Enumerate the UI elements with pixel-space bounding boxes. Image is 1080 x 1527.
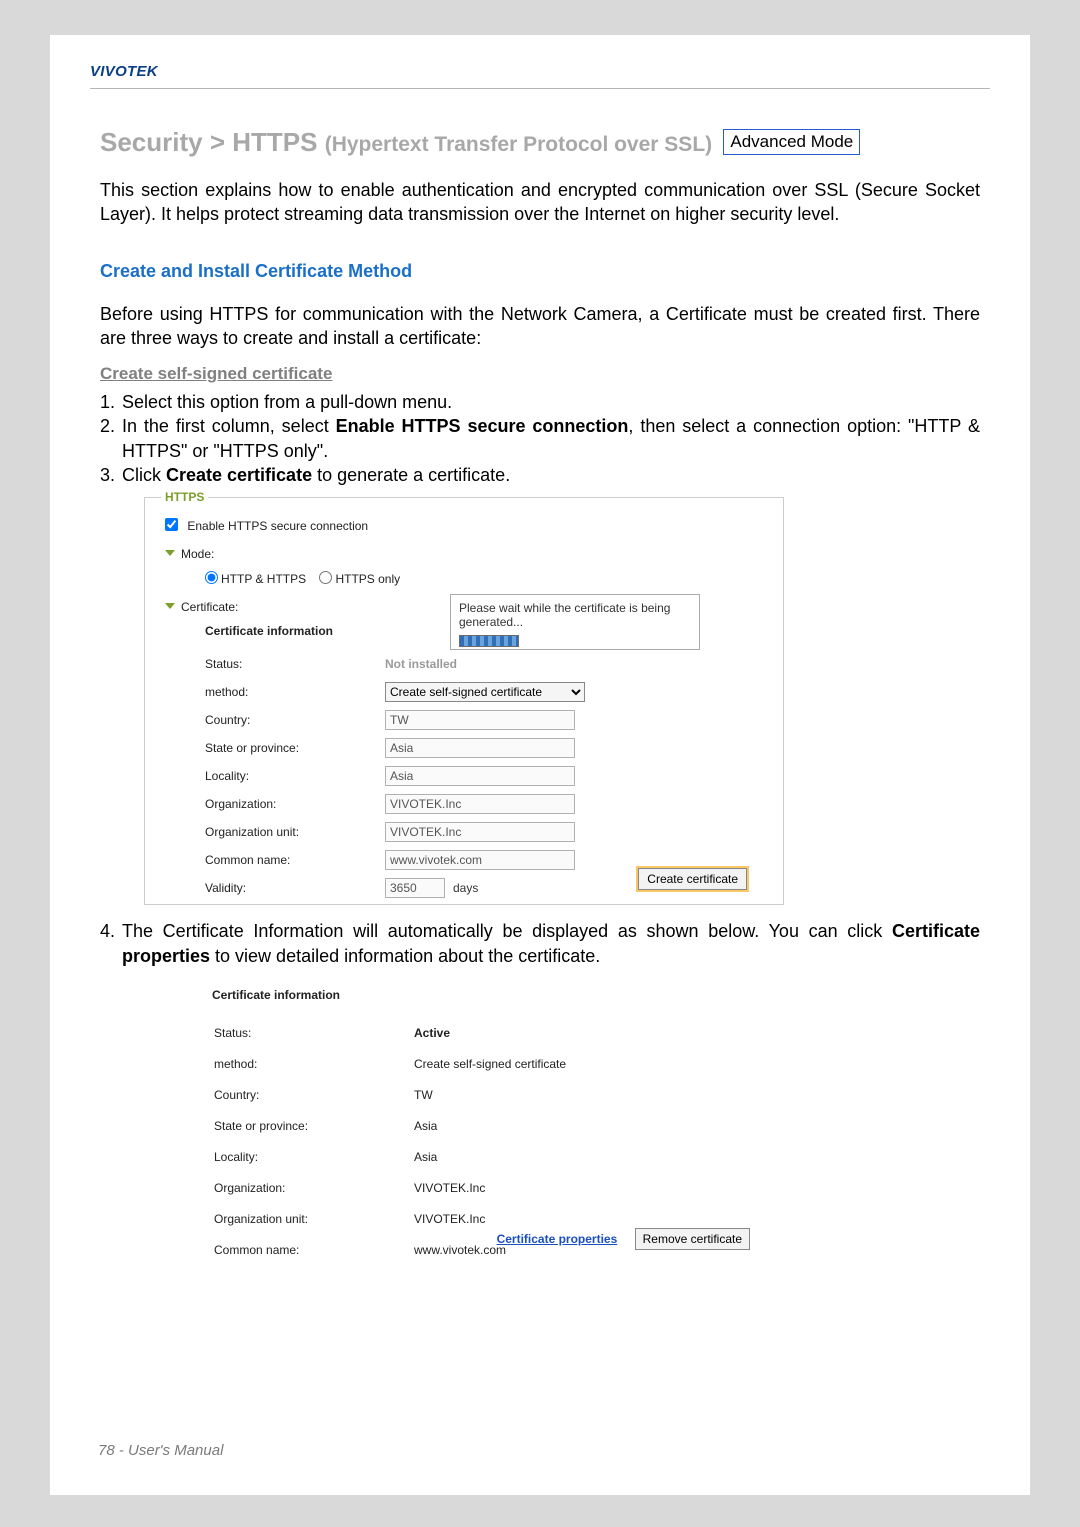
cn-label: Common name: bbox=[205, 853, 385, 867]
mode-section-label[interactable]: Mode: bbox=[165, 547, 763, 561]
org-value: VIVOTEK.Inc bbox=[414, 1181, 485, 1195]
remove-certificate-button[interactable]: Remove certificate bbox=[635, 1228, 750, 1250]
status-value: Active bbox=[414, 1026, 450, 1040]
state-input[interactable] bbox=[385, 738, 575, 758]
cn-input[interactable] bbox=[385, 850, 575, 870]
fieldset-legend: HTTPS bbox=[161, 490, 208, 504]
method-label: method: bbox=[205, 685, 385, 699]
step-number: 4. bbox=[100, 919, 122, 968]
step-text: In the first column, select Enable HTTPS… bbox=[122, 414, 980, 463]
country-label: Country: bbox=[214, 1088, 414, 1102]
enable-https-row: Enable HTTPS secure connection bbox=[165, 518, 763, 533]
enable-https-label: Enable HTTPS secure connection bbox=[187, 519, 368, 533]
state-value: Asia bbox=[414, 1119, 437, 1133]
https-fieldset: HTTPS Enable HTTPS secure connection Mod… bbox=[144, 497, 784, 905]
locality-value: Asia bbox=[414, 1150, 437, 1164]
wait-message: Please wait while the certificate is bei… bbox=[459, 601, 691, 629]
orgunit-value: VIVOTEK.Inc bbox=[414, 1212, 485, 1226]
status-label: Status: bbox=[214, 1026, 414, 1040]
cert-info-header: Certificate information bbox=[212, 988, 752, 1002]
screenshot-https-config: HTTPS Enable HTTPS secure connection Mod… bbox=[144, 497, 784, 905]
step-3: 3. Click Create certificate to generate … bbox=[100, 463, 980, 487]
locality-label: Locality: bbox=[214, 1150, 414, 1164]
orgunit-label: Organization unit: bbox=[214, 1212, 414, 1226]
locality-input[interactable] bbox=[385, 766, 575, 786]
org-label: Organization: bbox=[214, 1181, 414, 1195]
validity-input[interactable] bbox=[385, 878, 445, 898]
brand-title: VIVOTEK bbox=[90, 63, 990, 89]
content: Security > HTTPS (Hypertext Transfer Pro… bbox=[90, 89, 990, 1258]
screenshot-cert-info: Certificate information Status: Active m… bbox=[200, 978, 760, 1258]
cn-value: www.vivotek.com bbox=[414, 1243, 506, 1257]
advanced-mode-badge: Advanced Mode bbox=[723, 129, 860, 155]
step-1: 1. Select this option from a pull-down m… bbox=[100, 390, 980, 414]
step-text: Select this option from a pull-down menu… bbox=[122, 390, 980, 414]
status-value: Not installed bbox=[385, 657, 457, 671]
method-value: Create self-signed certificate bbox=[414, 1057, 566, 1071]
certificate-properties-link[interactable]: Certificate properties bbox=[497, 1232, 618, 1246]
enable-https-checkbox[interactable] bbox=[165, 518, 178, 531]
page-heading: Security > HTTPS (Hypertext Transfer Pro… bbox=[100, 127, 980, 158]
page-footer: 78 - User's Manual bbox=[98, 1442, 223, 1459]
intro-paragraph: This section explains how to enable auth… bbox=[100, 178, 980, 227]
step-text: The Certificate Information will automat… bbox=[122, 919, 980, 968]
section-heading: Create and Install Certificate Method bbox=[100, 261, 980, 282]
step-4: 4. The Certificate Information will auto… bbox=[100, 919, 980, 968]
heading-main: Security > HTTPS bbox=[100, 127, 317, 157]
method-label: method: bbox=[214, 1057, 414, 1071]
step-number: 1. bbox=[100, 390, 122, 414]
create-certificate-button[interactable]: Create certificate bbox=[638, 868, 747, 890]
heading-sub: (Hypertext Transfer Protocol over SSL) bbox=[325, 133, 712, 156]
mode-https-only-label: HTTPS only bbox=[335, 572, 400, 586]
country-value: TW bbox=[414, 1088, 433, 1102]
wait-dialog: Please wait while the certificate is bei… bbox=[450, 594, 700, 650]
country-input[interactable] bbox=[385, 710, 575, 730]
progress-bar bbox=[459, 635, 519, 647]
mode-http-https-radio[interactable] bbox=[205, 571, 218, 584]
country-label: Country: bbox=[205, 713, 385, 727]
org-label: Organization: bbox=[205, 797, 385, 811]
validity-label: Validity: bbox=[205, 881, 385, 895]
orgunit-input[interactable] bbox=[385, 822, 575, 842]
orgunit-label: Organization unit: bbox=[205, 825, 385, 839]
subsection-heading: Create self-signed certificate bbox=[100, 364, 980, 384]
pre-steps-text: Before using HTTPS for communication wit… bbox=[100, 304, 980, 348]
state-label: State or province: bbox=[205, 741, 385, 755]
steps-list: 1. Select this option from a pull-down m… bbox=[100, 390, 980, 487]
pre-steps-paragraph: Before using HTTPS for communication wit… bbox=[100, 302, 980, 351]
days-label: days bbox=[453, 881, 478, 895]
mode-http-https-label: HTTP & HTTPS bbox=[221, 572, 306, 586]
mode-https-only-radio[interactable] bbox=[319, 571, 332, 584]
cert-actions: Certificate properties Remove certificat… bbox=[497, 1228, 750, 1250]
org-input[interactable] bbox=[385, 794, 575, 814]
cn-label: Common name: bbox=[214, 1243, 414, 1257]
step-2: 2. In the first column, select Enable HT… bbox=[100, 414, 980, 463]
page: VIVOTEK Security > HTTPS (Hypertext Tran… bbox=[50, 35, 1030, 1495]
certificate-table: Certificate information Status: Not inst… bbox=[165, 624, 763, 902]
step-number: 3. bbox=[100, 463, 122, 487]
state-label: State or province: bbox=[214, 1119, 414, 1133]
locality-label: Locality: bbox=[205, 769, 385, 783]
method-select[interactable]: Create self-signed certificate bbox=[385, 682, 585, 702]
step-text: Click Create certificate to generate a c… bbox=[122, 463, 980, 487]
status-label: Status: bbox=[205, 657, 385, 671]
mode-options: HTTP & HTTPS HTTPS only bbox=[165, 571, 763, 586]
step-number: 2. bbox=[100, 414, 122, 463]
